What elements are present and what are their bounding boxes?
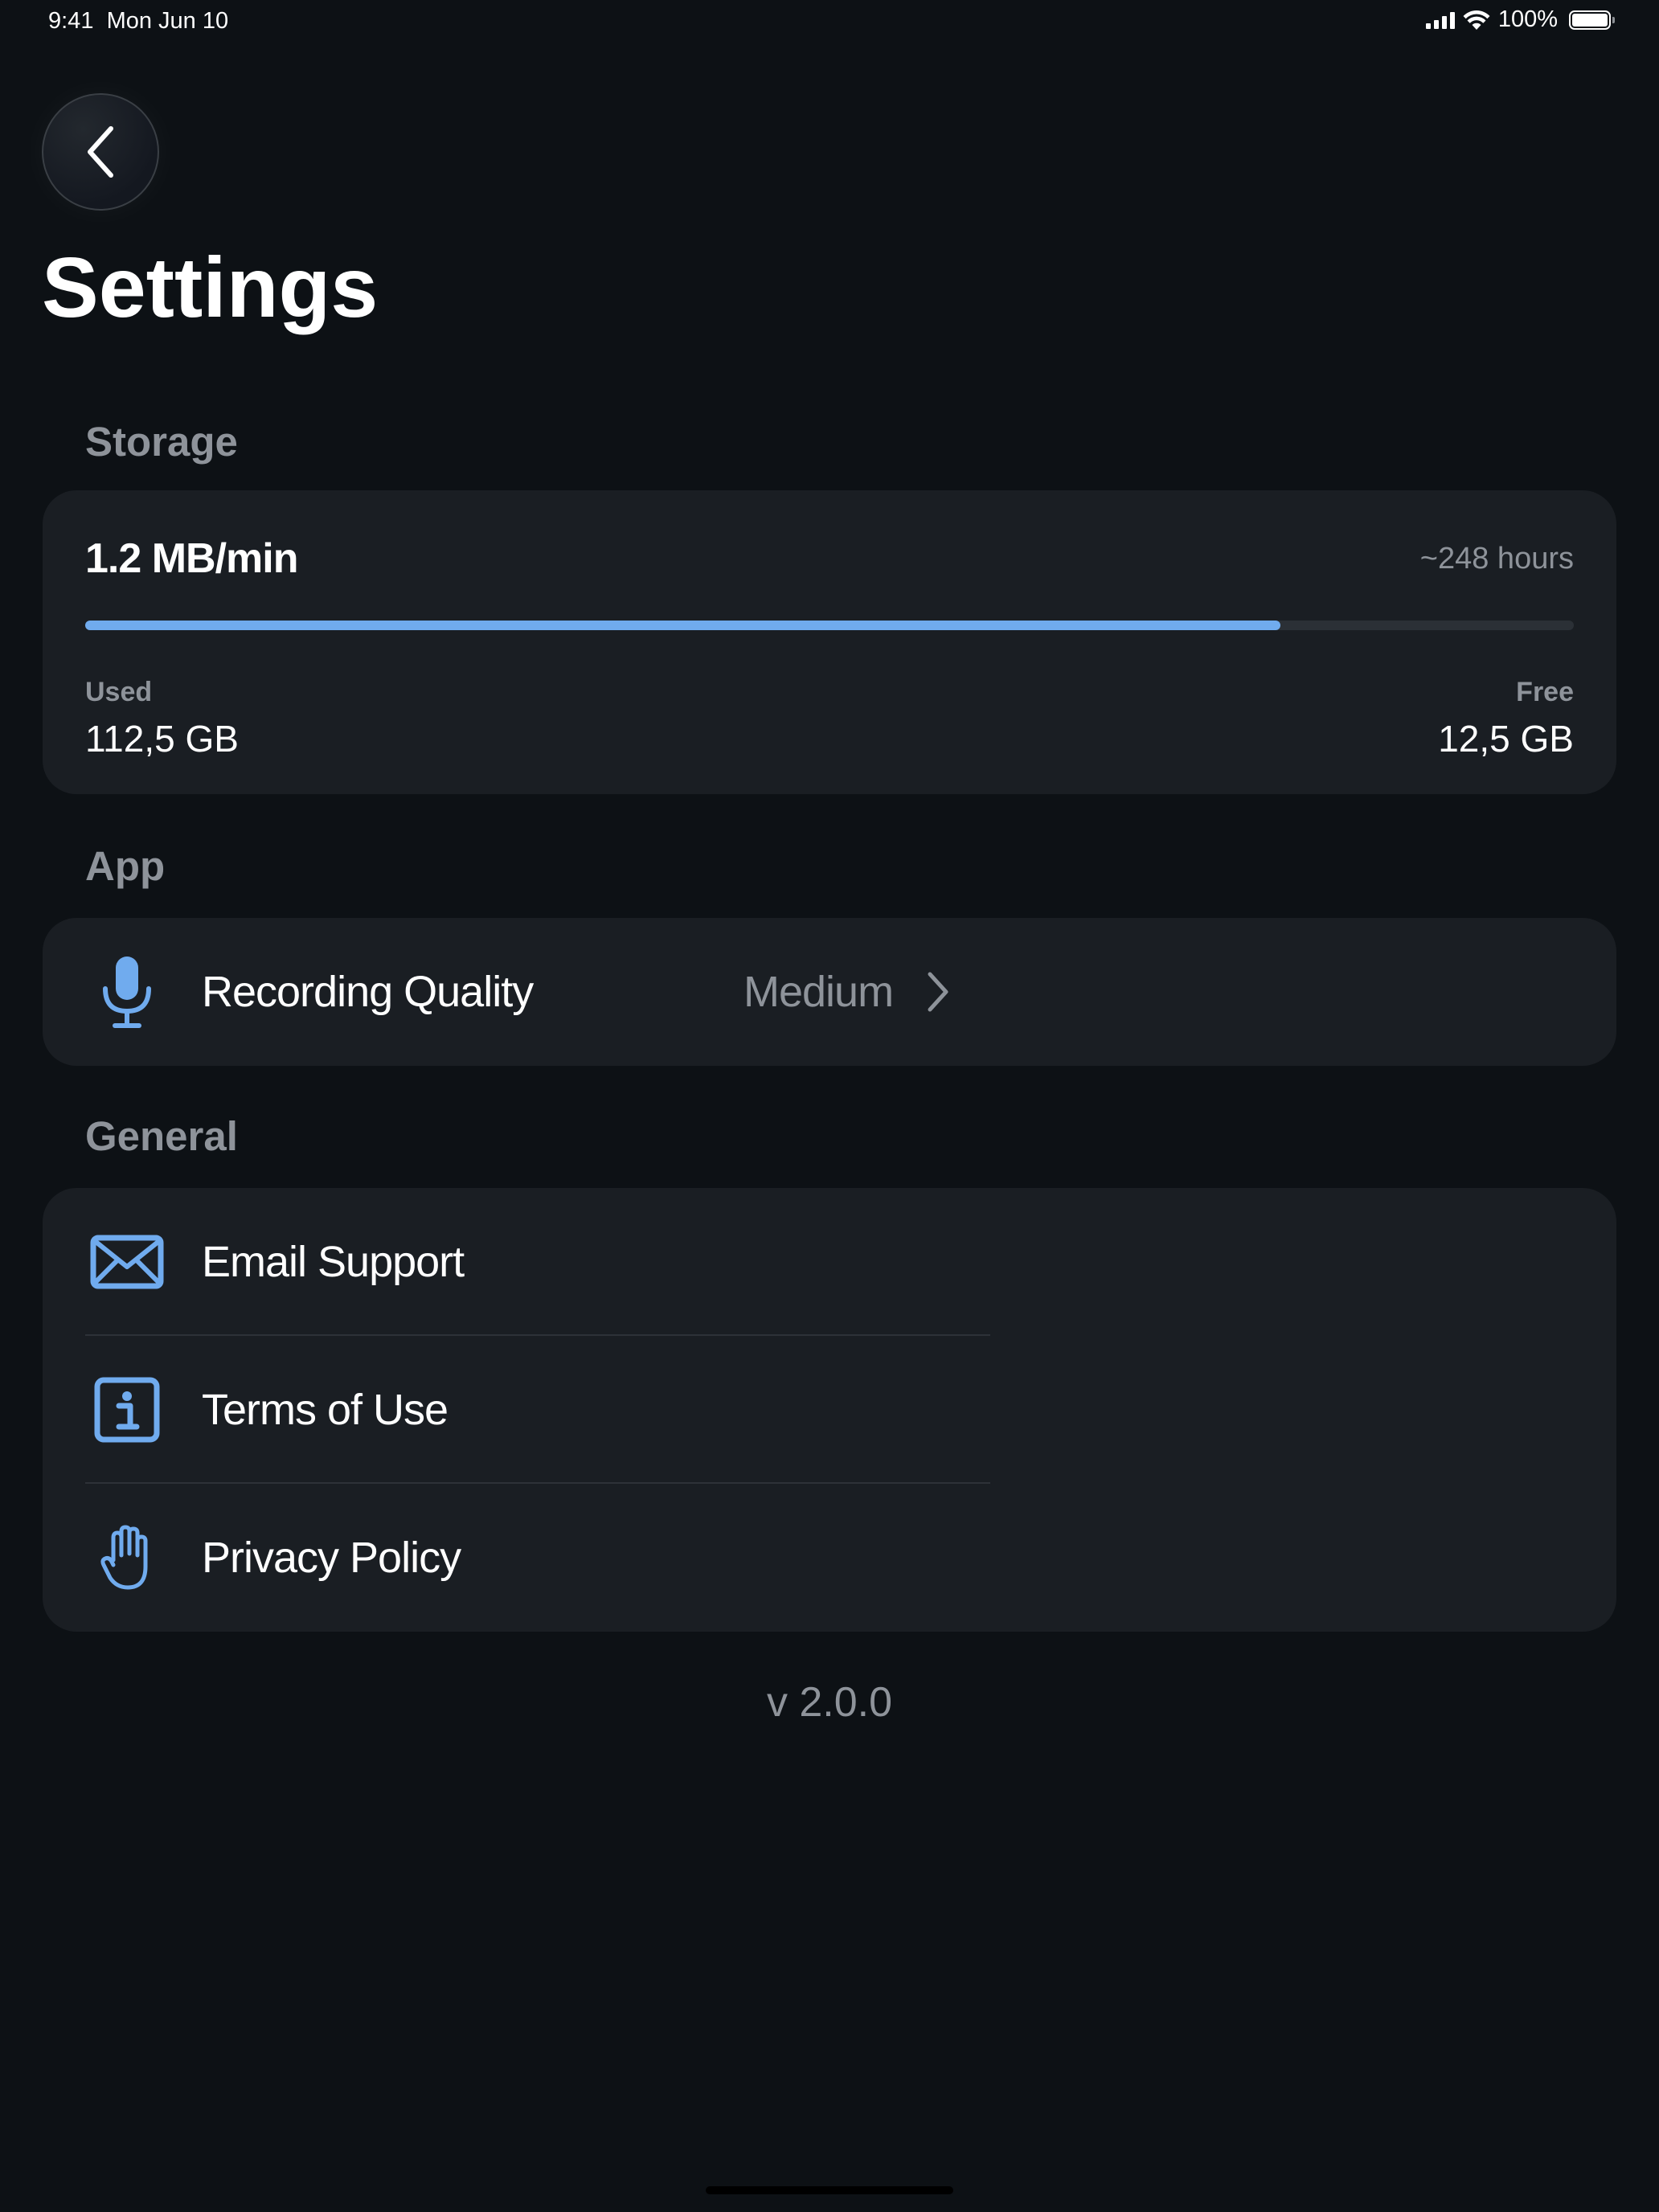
storage-remaining-hours: ~248 hours: [1419, 542, 1574, 576]
general-section-label: General: [85, 1113, 238, 1159]
email-support-row[interactable]: Email Support: [43, 1188, 1616, 1336]
terms-of-use-row[interactable]: Terms of Use: [43, 1336, 1616, 1484]
privacy-policy-row[interactable]: Privacy Policy: [43, 1484, 1616, 1632]
battery-icon: [1569, 10, 1615, 30]
status-bar-time: 9:41 Mon Jun 10: [48, 8, 228, 35]
battery-percentage: 100%: [1497, 6, 1558, 32]
recording-quality-label: Recording Quality: [202, 968, 534, 1016]
app-version: v 2.0.0: [766, 1679, 893, 1726]
storage-progress-fill: [85, 621, 1281, 630]
storage-card: 1.2 MB/min ~248 hours Used 112,5 GB Free…: [43, 490, 1616, 794]
app-section-label: App: [85, 843, 166, 889]
microphone-icon: [88, 953, 166, 1030]
hand-icon: [88, 1519, 166, 1596]
recording-quality-row[interactable]: Recording Quality Medium: [43, 918, 1616, 1066]
storage-rate: 1.2 MB/min: [85, 535, 298, 582]
status-date: Mon Jun 10: [106, 8, 229, 34]
terms-of-use-label: Terms of Use: [202, 1386, 449, 1434]
status-time: 9:41: [48, 8, 94, 34]
chevron-right-icon: [928, 972, 948, 1012]
storage-progress-bar: [85, 621, 1574, 630]
used-value: 112,5 GB: [85, 718, 239, 760]
home-indicator[interactable]: [706, 2186, 953, 2194]
privacy-policy-label: Privacy Policy: [202, 1534, 461, 1582]
used-label: Used: [85, 677, 153, 707]
wifi-icon: [1463, 10, 1490, 30]
info-icon: [88, 1371, 166, 1448]
recording-quality-value: Medium: [743, 968, 894, 1016]
back-button[interactable]: [42, 93, 159, 211]
page-title: Settings: [42, 240, 379, 335]
free-label: Free: [1516, 677, 1574, 707]
general-card: Email Support Terms of Use Privacy Polic…: [43, 1188, 1616, 1632]
envelope-icon: [88, 1223, 166, 1301]
chevron-left-icon: [88, 126, 113, 178]
cellular-signal-icon: [1425, 11, 1455, 29]
app-card: Recording Quality Medium: [43, 918, 1616, 1066]
status-bar-indicators: 100%: [1425, 6, 1615, 33]
free-value: 12,5 GB: [1438, 718, 1574, 760]
email-support-label: Email Support: [202, 1238, 465, 1286]
storage-section-label: Storage: [85, 419, 238, 465]
